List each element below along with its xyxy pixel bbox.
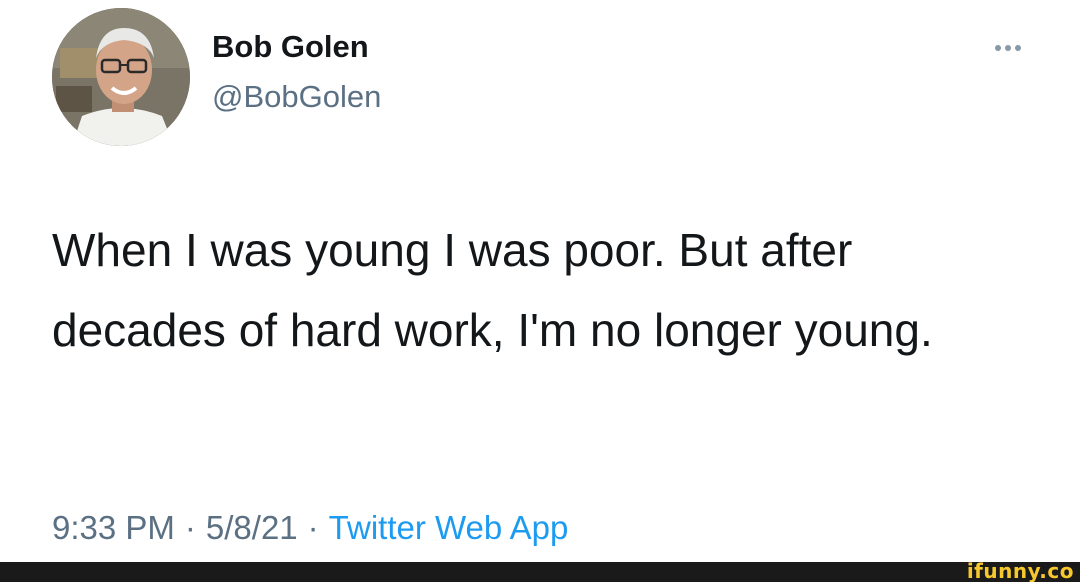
author-name[interactable]: Bob Golen [212, 28, 369, 66]
dot-icon [995, 45, 1001, 51]
tweet-meta: 9:33 PM · 5/8/21 · Twitter Web App [52, 506, 568, 550]
dot-icon [1005, 45, 1011, 51]
meta-separator: · [307, 509, 319, 546]
tweet-source[interactable]: Twitter Web App [329, 509, 569, 546]
watermark-bar [0, 562, 1080, 582]
meta-separator: · [184, 509, 196, 546]
tweet-date[interactable]: 5/8/21 [206, 509, 298, 546]
tweet-screenshot: Bob Golen @BobGolen When I was young I w… [0, 0, 1080, 582]
avatar[interactable] [52, 8, 190, 146]
dot-icon [1015, 45, 1021, 51]
tweet-time[interactable]: 9:33 PM [52, 509, 175, 546]
profile-photo-image [52, 8, 190, 146]
watermark-logo: ifunny.co [966, 559, 1074, 582]
author-handle[interactable]: @BobGolen [212, 78, 381, 116]
more-options-icon[interactable] [978, 28, 1038, 68]
tweet-text: When I was young I was poor. But after d… [52, 224, 933, 356]
